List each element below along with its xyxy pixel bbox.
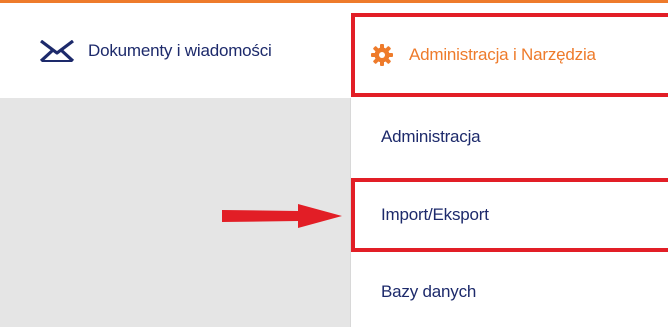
nav-documents-label: Dokumenty i wiadomości xyxy=(88,40,272,60)
envelope-icon xyxy=(40,39,74,62)
admin-dropdown-menu: Administracja Import/Eksport Bazy danych xyxy=(350,98,668,327)
right-arrow-icon xyxy=(222,204,342,228)
menu-item-databases[interactable]: Bazy danych xyxy=(351,256,668,327)
screenshot-canvas: Dokumenty i wiadomości Administracja i N… xyxy=(0,0,668,327)
top-navigation: Dokumenty i wiadomości Administracja i N… xyxy=(0,3,668,98)
nav-admin-tools[interactable]: Administracja i Narzędzia xyxy=(351,13,668,97)
menu-item-administracja[interactable]: Administracja xyxy=(351,98,668,176)
menu-item-label: Import/Eksport xyxy=(381,205,489,224)
menu-item-label: Administracja xyxy=(381,127,481,146)
gear-icon xyxy=(371,44,393,66)
menu-item-label: Bazy danych xyxy=(381,281,477,301)
nav-admin-label: Administracja i Narzędzia xyxy=(409,45,596,64)
nav-documents-messages[interactable]: Dokumenty i wiadomości xyxy=(40,3,272,98)
menu-item-import-export[interactable]: Import/Eksport xyxy=(351,178,668,252)
